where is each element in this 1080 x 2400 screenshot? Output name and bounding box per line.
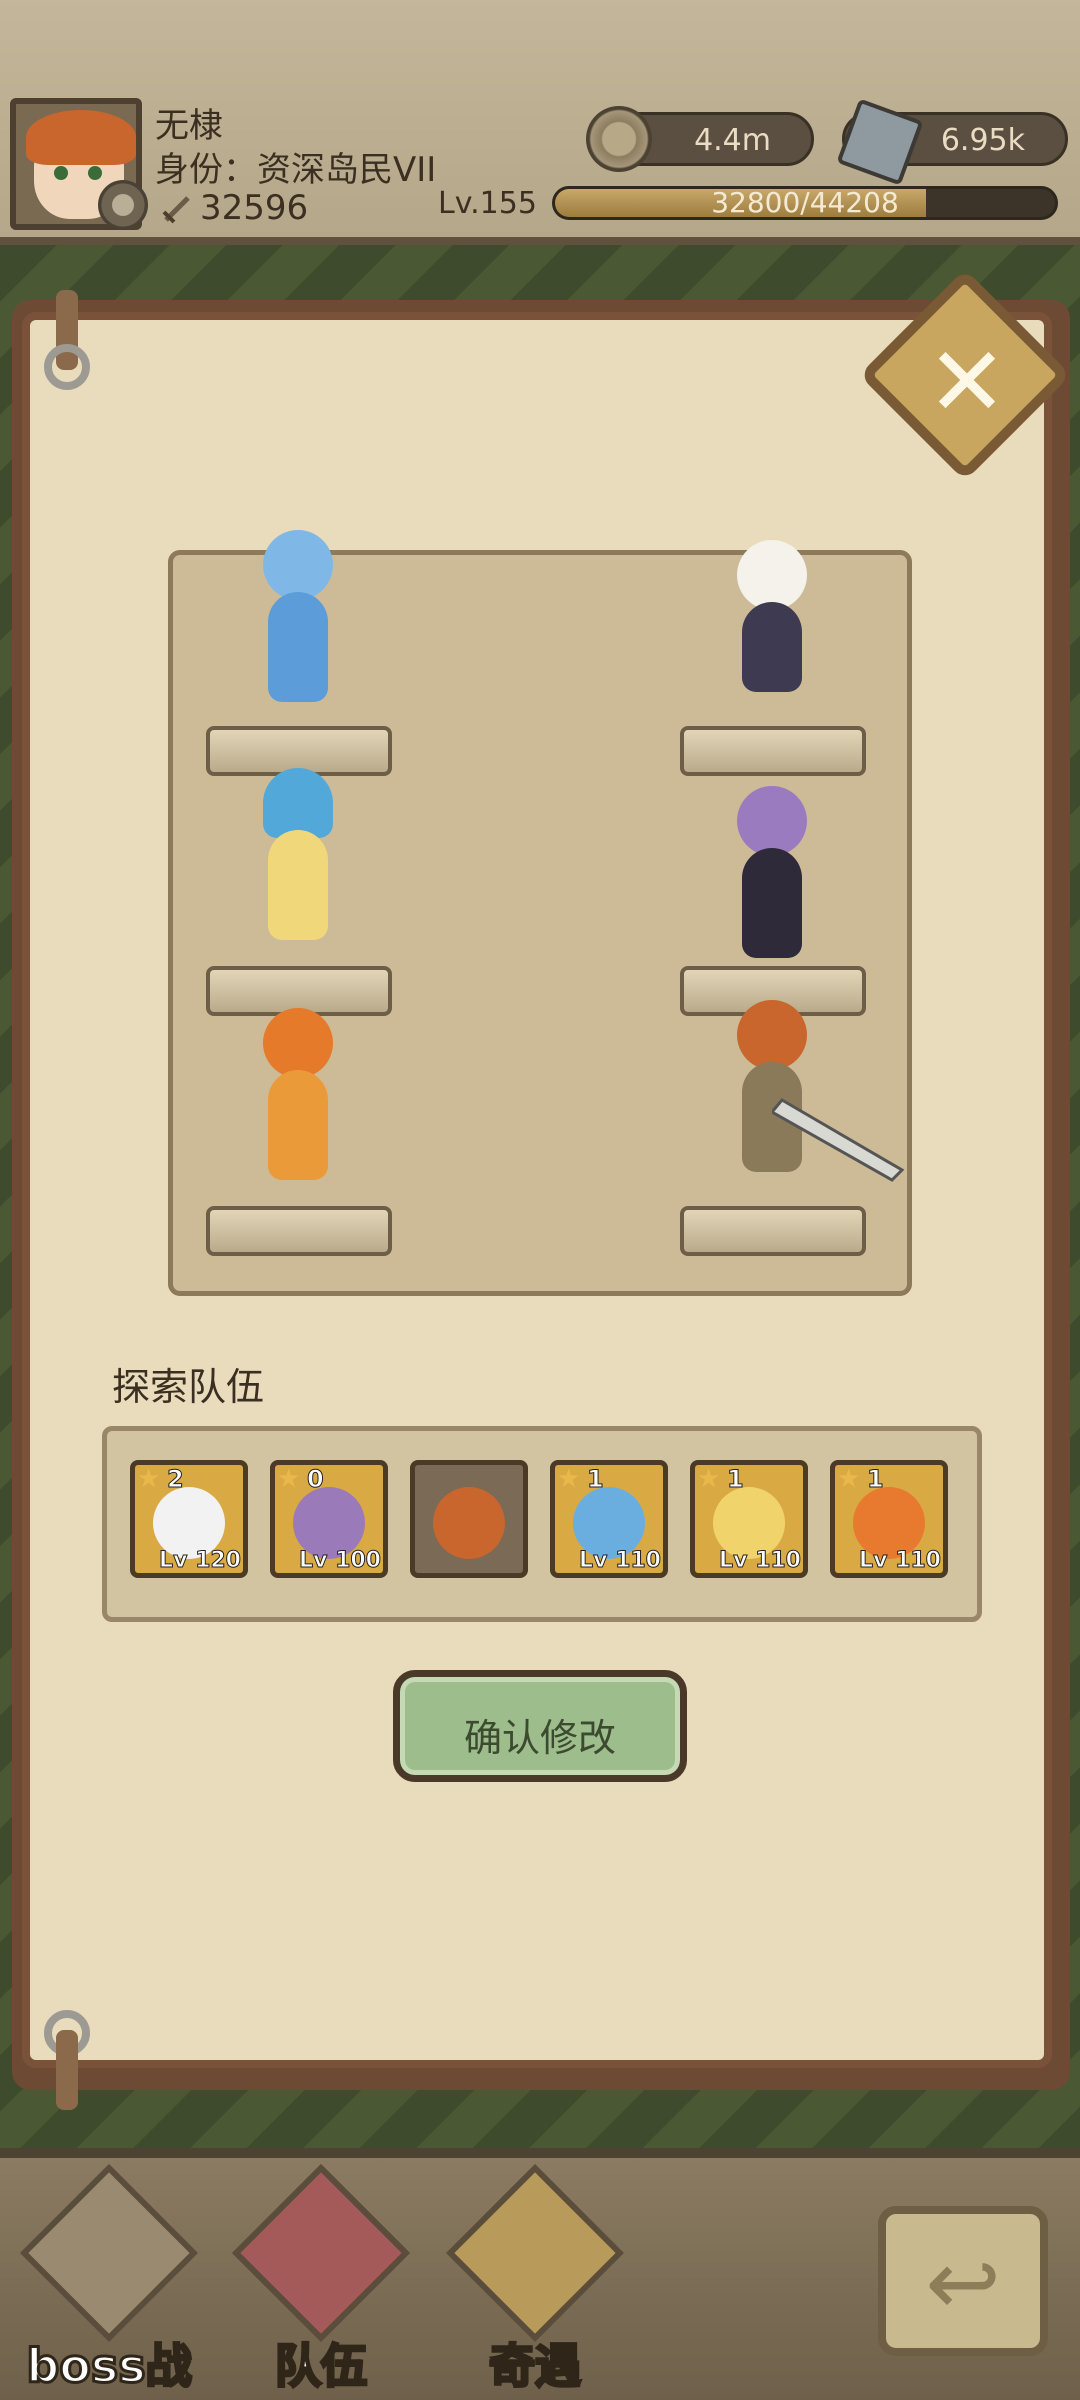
nav-label: boss战 <box>25 2338 193 2395</box>
flag-icon <box>231 2163 411 2343</box>
gems-value: 6.95k <box>940 123 1025 158</box>
avatar-eye <box>88 166 102 180</box>
gear-icon[interactable] <box>98 180 148 230</box>
nav-team[interactable]: 队伍 <box>226 2160 416 2395</box>
portrait-hero <box>433 1487 505 1559</box>
unit-body <box>742 602 802 692</box>
confirm-button[interactable]: 确认修改 <box>393 1670 687 1782</box>
member-level: Lv 110 <box>859 1548 942 1574</box>
exp-bar: 32800/44208 <box>552 186 1058 220</box>
avatar-hair <box>26 110 136 165</box>
close-icon[interactable]: ✕ <box>907 322 1027 442</box>
unit-head <box>263 768 333 838</box>
member-level: Lv 120 <box>159 1548 242 1574</box>
star-icon: ★ <box>697 1464 721 1494</box>
unit-head <box>263 530 333 600</box>
avatar-eye <box>54 166 68 180</box>
star-count: 0 <box>307 1465 325 1494</box>
sword-icon <box>772 1098 905 1182</box>
player-title: 身份：资深岛民VII <box>155 150 437 190</box>
star-icon: ★ <box>837 1464 861 1494</box>
unit-body <box>268 592 328 702</box>
coin-icon <box>586 106 652 172</box>
unit-body <box>268 830 328 940</box>
nav-encounter[interactable]: 奇遇 <box>440 2160 630 2395</box>
star-icon: ★ <box>137 1464 161 1494</box>
unit-blue-slime-girl[interactable] <box>238 530 358 715</box>
unit-head <box>737 540 807 610</box>
member-level: Lv 110 <box>579 1548 662 1574</box>
player-level: Lv.155 <box>438 186 537 221</box>
nav-boss-battle[interactable]: boss战 <box>14 2160 204 2395</box>
unit-body <box>742 848 802 958</box>
unit-flame-girl[interactable] <box>238 1008 358 1193</box>
back-button[interactable]: ↩ <box>878 2206 1048 2356</box>
coin-bag-icon <box>445 2163 625 2343</box>
star-icon: ★ <box>557 1464 581 1494</box>
star-count: 1 <box>587 1465 605 1494</box>
nav-label: 队伍 <box>274 2338 369 2395</box>
team-title: 探索队伍 <box>112 1365 265 1409</box>
top-hud: 无棣 身份：资深岛民VII 32596 Lv.155 32800/44208 4… <box>0 0 1080 245</box>
team-slot-octopus[interactable]: ★ 0 Lv 100 <box>270 1460 388 1578</box>
team-slot-ghost[interactable]: ★ 2 Lv 120 <box>130 1460 248 1578</box>
power-value: 32596 <box>200 188 309 228</box>
pedestal[interactable] <box>680 726 866 776</box>
unit-head <box>737 786 807 856</box>
pedestal[interactable] <box>680 1206 866 1256</box>
member-level: Lv 100 <box>299 1548 382 1574</box>
member-level: Lv 110 <box>719 1548 802 1574</box>
unit-head <box>263 1008 333 1078</box>
star-count: 2 <box>167 1465 185 1494</box>
star-count: 1 <box>727 1465 745 1494</box>
player-name: 无棣 <box>155 106 223 146</box>
team-slot-mushroom[interactable]: ★ 1 Lv 110 <box>690 1460 808 1578</box>
team-slot-slime[interactable]: ★ 1 Lv 110 <box>550 1460 668 1578</box>
pedestal[interactable] <box>206 1206 392 1256</box>
star-icon: ★ <box>277 1464 301 1494</box>
team-slot-hero[interactable] <box>410 1460 528 1578</box>
coins-value: 4.4m <box>694 123 771 158</box>
nav-label: 奇遇 <box>488 2338 583 2395</box>
team-slot-flame[interactable]: ★ 1 Lv 110 <box>830 1460 948 1578</box>
unit-head <box>737 1000 807 1070</box>
exp-text: 32800/44208 <box>711 186 899 219</box>
unit-body <box>268 1070 328 1180</box>
skull-axe-icon <box>19 2163 199 2343</box>
unit-mushroom-girl[interactable] <box>238 768 358 953</box>
sword-icon <box>162 196 190 224</box>
confirm-label: 确认修改 <box>463 1716 616 1760</box>
ring-icon <box>44 344 90 390</box>
unit-ghost-knight[interactable] <box>712 540 832 725</box>
unit-octopus-girl[interactable] <box>712 786 832 971</box>
back-arrow-icon: ↩ <box>925 2231 1001 2336</box>
star-count: 1 <box>867 1465 885 1494</box>
unit-swordsman-hero[interactable] <box>712 1000 912 1185</box>
rope-decoration <box>56 2030 78 2110</box>
